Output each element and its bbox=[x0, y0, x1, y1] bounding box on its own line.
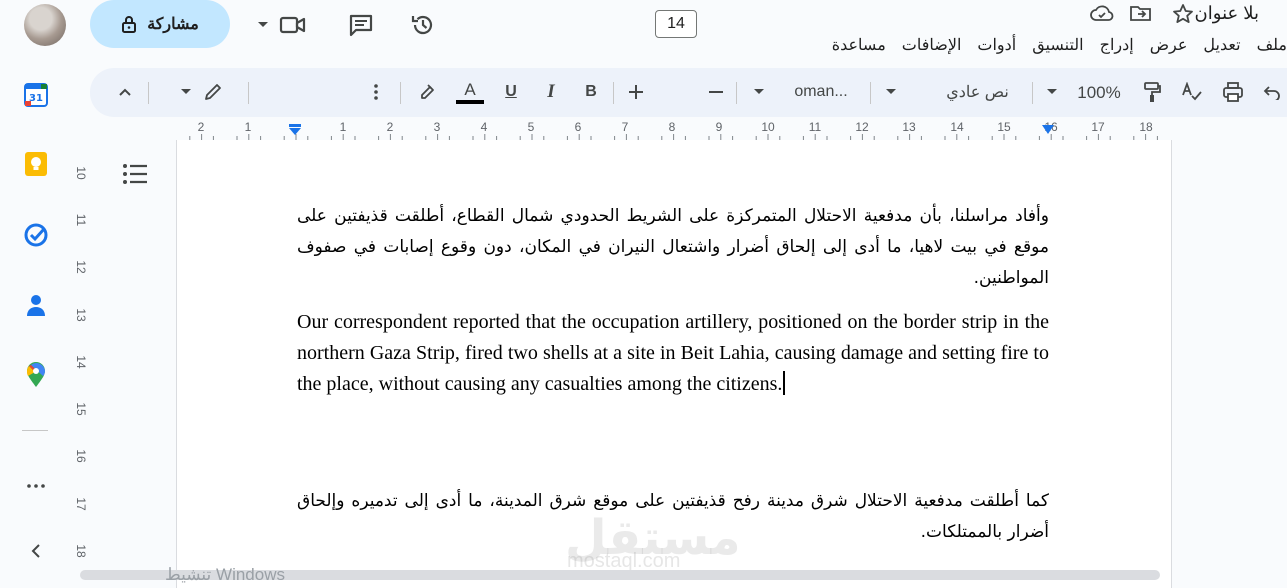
underline-button[interactable]: U bbox=[500, 80, 522, 104]
ruler-label: 12 bbox=[855, 120, 869, 134]
toolbar-divider bbox=[870, 82, 871, 104]
undo-icon[interactable] bbox=[1262, 80, 1282, 104]
ruler-label: 15 bbox=[997, 120, 1011, 134]
english-paragraph-text: Our correspondent reported that the occu… bbox=[297, 311, 1049, 395]
ruler-label: 17 bbox=[1091, 120, 1105, 134]
menu-view[interactable]: عرض bbox=[1150, 35, 1188, 55]
ruler-label: 2 bbox=[386, 120, 394, 134]
ruler-label: 9 bbox=[715, 120, 723, 134]
account-avatar[interactable] bbox=[24, 4, 66, 46]
spell-check-icon[interactable] bbox=[1180, 80, 1204, 104]
menu-insert[interactable]: إدراج bbox=[1100, 35, 1134, 55]
toolbar-divider bbox=[1032, 82, 1033, 104]
lock-icon bbox=[121, 15, 137, 33]
menu-bar: ملف تعديل عرض إدراج التنسيق أدوات الإضاف… bbox=[832, 35, 1287, 55]
ruler-label: 14 bbox=[950, 120, 964, 134]
collapse-menus-chevron-up-icon[interactable] bbox=[115, 80, 135, 104]
ruler-label: 10 bbox=[761, 120, 775, 134]
ruler-label: 5 bbox=[527, 120, 535, 134]
ruler-label: 13 bbox=[902, 120, 916, 134]
ruler-label: 1 bbox=[244, 120, 252, 134]
windows-activation-watermark: تنشيط Windows bbox=[165, 565, 285, 584]
vertical-ruler-label: 14 bbox=[74, 355, 88, 369]
menu-file[interactable]: ملف bbox=[1257, 35, 1287, 55]
ruler-label: 18 bbox=[1139, 120, 1153, 134]
decrease-font-size-icon[interactable] bbox=[706, 80, 726, 104]
move-folder-icon[interactable] bbox=[1130, 4, 1152, 22]
maps-icon[interactable] bbox=[22, 361, 50, 389]
ruler-label: 11 bbox=[808, 120, 822, 134]
text-color-button[interactable]: A bbox=[455, 80, 485, 104]
share-label: مشاركة bbox=[147, 16, 199, 33]
side-panel-divider bbox=[22, 430, 48, 431]
bold-button[interactable]: B bbox=[580, 80, 602, 104]
print-icon[interactable] bbox=[1220, 80, 1246, 104]
english-paragraph[interactable]: Our correspondent reported that the occu… bbox=[297, 307, 1049, 400]
horizontal-ruler[interactable]: 2 1 1 2 3 4 5 6 7 8 9 10 11 12 13 14 15 … bbox=[178, 118, 1173, 140]
text-color-letter: A bbox=[464, 79, 476, 99]
menu-format[interactable]: التنسيق bbox=[1032, 35, 1083, 55]
vertical-ruler-label: 11 bbox=[74, 213, 88, 227]
menu-tools[interactable]: أدوات bbox=[977, 35, 1016, 55]
document-title[interactable]: بلا عنوان bbox=[1195, 3, 1259, 24]
zoom-select[interactable]: 100% bbox=[1072, 81, 1126, 105]
vertical-ruler-label: 10 bbox=[74, 166, 88, 180]
style-dropdown-chevron-icon[interactable] bbox=[884, 80, 898, 104]
meet-dropdown-chevron-icon[interactable] bbox=[255, 10, 271, 40]
collapse-side-panel-chevron-icon[interactable] bbox=[22, 537, 50, 565]
menu-extensions[interactable]: الإضافات bbox=[902, 35, 962, 55]
arabic-paragraph-1[interactable]: وأفاد مراسلنا، بأن مدفعية الاحتلال المتم… bbox=[297, 201, 1049, 294]
more-options-icon[interactable] bbox=[366, 80, 386, 104]
toolbar-divider bbox=[736, 82, 737, 104]
vertical-ruler-label: 17 bbox=[74, 497, 88, 511]
font-size-input[interactable]: 14 bbox=[655, 10, 697, 38]
document-outline-icon[interactable] bbox=[122, 163, 148, 185]
video-call-icon[interactable] bbox=[278, 10, 308, 40]
paint-format-icon[interactable] bbox=[1140, 80, 1164, 104]
share-button[interactable]: مشاركة bbox=[90, 0, 230, 48]
menu-help[interactable]: مساعدة bbox=[832, 35, 886, 55]
ruler-label: 7 bbox=[621, 120, 629, 134]
toolbar-divider bbox=[400, 82, 401, 104]
ruler-label: 2 bbox=[197, 120, 205, 134]
paragraph-style-select[interactable]: نص عادي bbox=[935, 80, 1020, 104]
ruler-label: 8 bbox=[668, 120, 676, 134]
text-color-swatch bbox=[456, 99, 484, 104]
version-history-icon[interactable] bbox=[408, 10, 438, 40]
tasks-icon[interactable] bbox=[22, 221, 50, 249]
font-dropdown-chevron-icon[interactable] bbox=[752, 80, 766, 104]
text-cursor bbox=[783, 371, 786, 395]
highlight-color-icon[interactable] bbox=[416, 80, 438, 104]
vertical-ruler-label: 12 bbox=[74, 260, 88, 274]
calendar-icon[interactable]: 31 bbox=[22, 81, 50, 109]
increase-font-size-icon[interactable] bbox=[626, 80, 646, 104]
ruler-label: 3 bbox=[433, 120, 441, 134]
vertical-ruler-label: 13 bbox=[74, 308, 88, 322]
toolbar-divider bbox=[148, 82, 149, 104]
italic-button[interactable]: I bbox=[540, 80, 562, 104]
zoom-dropdown-chevron-icon[interactable] bbox=[1045, 80, 1059, 104]
vertical-ruler-label: 18 bbox=[74, 544, 88, 558]
vertical-ruler-label: 15 bbox=[74, 402, 88, 416]
menu-edit[interactable]: تعديل bbox=[1203, 35, 1240, 55]
right-indent-marker[interactable] bbox=[1042, 125, 1054, 135]
vertical-ruler-label: 16 bbox=[74, 449, 88, 463]
editing-mode-chevron-down-icon[interactable] bbox=[178, 80, 194, 104]
star-icon[interactable] bbox=[1172, 3, 1194, 25]
toolbar-divider bbox=[613, 82, 614, 104]
left-indent-marker[interactable] bbox=[288, 124, 302, 136]
vertical-ruler[interactable]: 10 11 12 13 14 15 16 17 18 bbox=[70, 140, 88, 570]
keep-notes-icon[interactable] bbox=[22, 150, 50, 178]
cloud-saved-icon[interactable] bbox=[1090, 4, 1114, 22]
ruler-label: 4 bbox=[480, 120, 488, 134]
font-family-select[interactable]: oman... bbox=[786, 80, 856, 104]
contacts-icon[interactable] bbox=[22, 291, 50, 319]
more-addons-icon[interactable] bbox=[22, 472, 50, 500]
toolbar-divider bbox=[248, 82, 249, 104]
ruler-label: 1 bbox=[339, 120, 347, 134]
comments-icon[interactable] bbox=[346, 10, 376, 40]
ruler-label: 6 bbox=[574, 120, 582, 134]
pencil-edit-icon[interactable] bbox=[202, 80, 224, 104]
svg-text:31: 31 bbox=[29, 93, 43, 104]
